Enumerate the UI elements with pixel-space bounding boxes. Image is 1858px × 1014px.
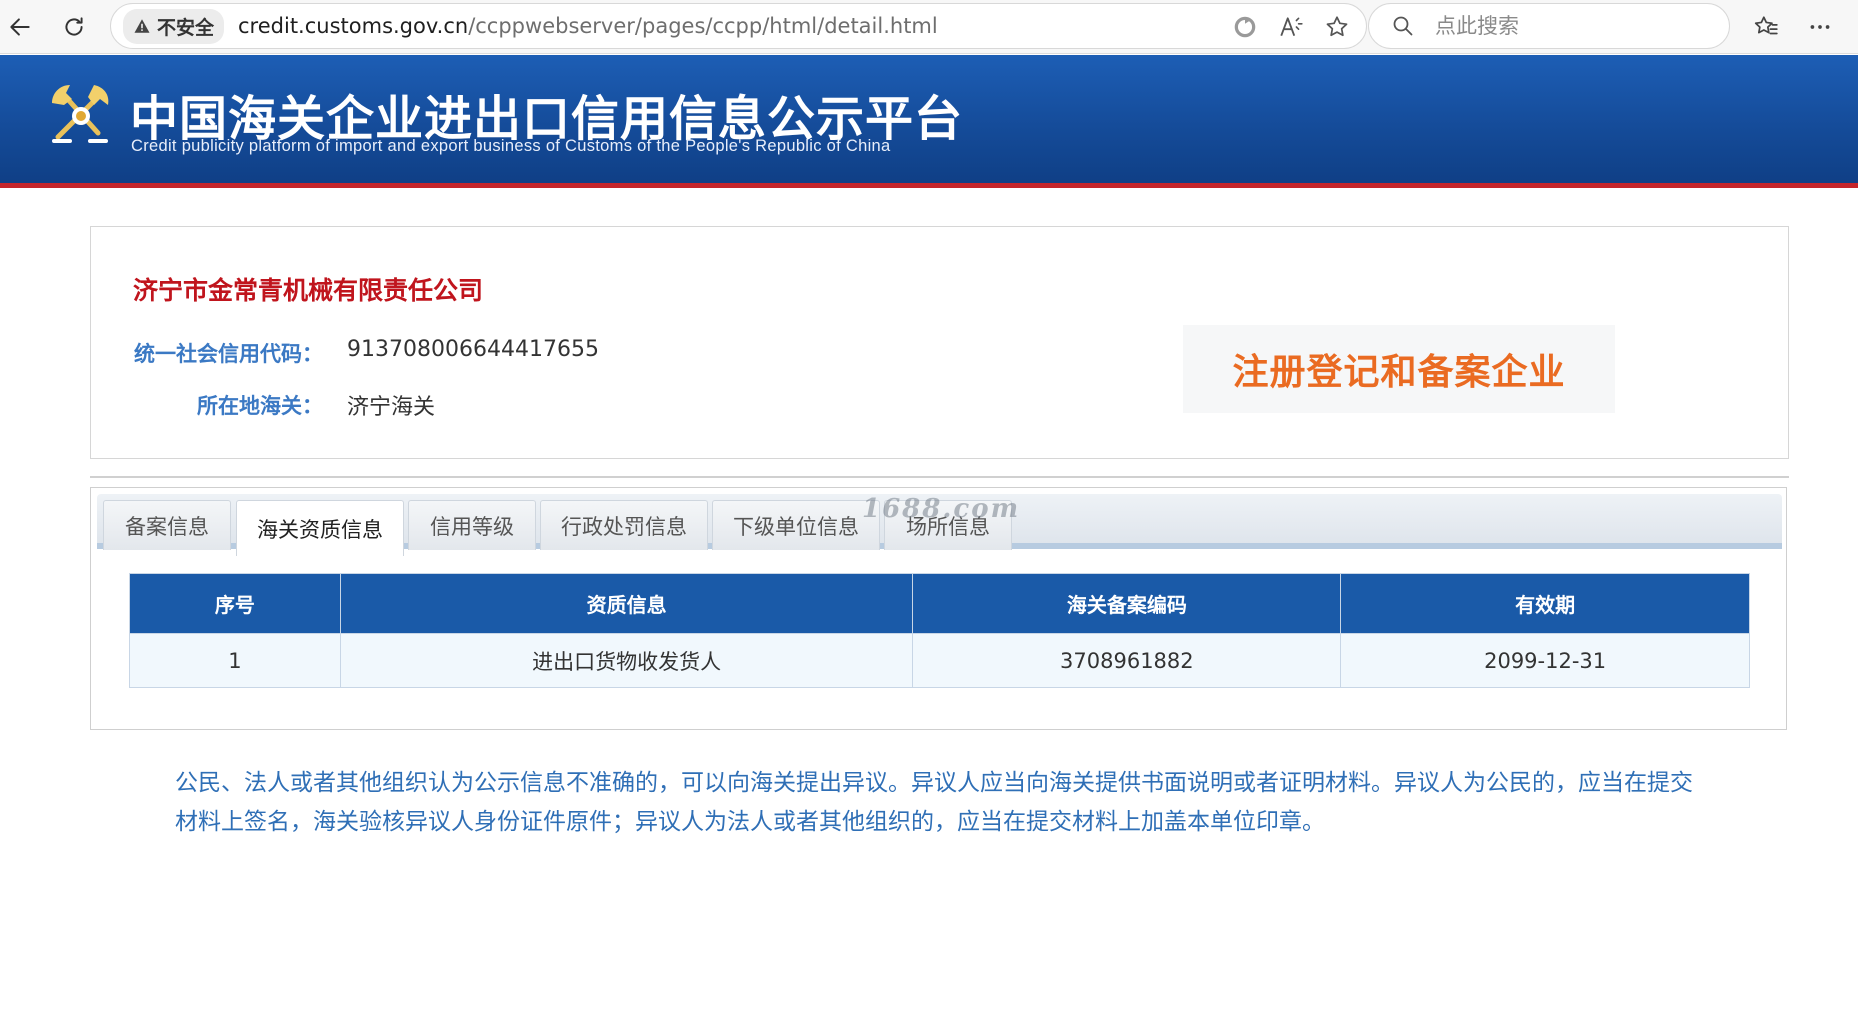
star-icon — [1326, 16, 1348, 37]
customs-label: 所在地海关： — [197, 394, 323, 418]
refresh-circle-icon — [1234, 16, 1256, 38]
site-header: 中国海关企业进出口信用信息公示平台 Credit publicity platf… — [0, 55, 1858, 183]
registration-status-stamp: 注册登记和备案企业 — [1183, 325, 1615, 413]
read-aloud-button[interactable] — [1276, 12, 1306, 42]
more-menu-button[interactable] — [1802, 9, 1838, 45]
tab-credit-rating[interactable]: 信用等级 — [408, 500, 536, 550]
section-divider — [90, 476, 1789, 478]
insecure-label: 不安全 — [157, 16, 215, 39]
cell-index: 1 — [129, 633, 341, 688]
favorite-button[interactable] — [1322, 12, 1352, 42]
search-input[interactable] — [1435, 14, 1695, 38]
tab-subordinate-units[interactable]: 下级单位信息 — [712, 500, 880, 550]
url-text[interactable]: credit.customs.gov.cn/ccppwebserver/page… — [238, 14, 938, 38]
search-icon — [1393, 16, 1413, 36]
customs-value: 济宁海关 — [347, 395, 436, 420]
favorites-button[interactable] — [1748, 9, 1784, 45]
more-dots-icon — [1810, 25, 1830, 29]
objection-notice: 公民、法人或者其他组织认为公示信息不准确的，可以向海关提出异议。异议人应当向海关… — [175, 770, 1693, 835]
customs-emblem-icon — [52, 85, 109, 143]
warning-icon — [134, 19, 150, 33]
column-header-validity: 有效期 — [1340, 573, 1750, 634]
favorites-star-icon — [1754, 16, 1778, 35]
credit-code-value: 913708006644417655 — [347, 337, 599, 362]
table-header-row: 序号 资质信息 海关备案编码 有效期 — [129, 573, 1750, 634]
url-path: /ccppwebserver/pages/ccpp/html/detail.ht… — [468, 14, 938, 38]
column-header-index: 序号 — [129, 573, 341, 634]
site-subtitle: Credit publicity platform of import and … — [131, 137, 891, 155]
tab-filing-info[interactable]: 备案信息 — [103, 500, 231, 550]
back-button[interactable] — [2, 9, 38, 45]
company-name: 济宁市金常青机械有限责任公司 — [133, 276, 484, 305]
cell-customs-code: 3708961882 — [912, 633, 1342, 688]
refresh-button[interactable] — [56, 9, 92, 45]
registration-status-text: 注册登记和备案企业 — [1232, 352, 1566, 393]
tab-premises-info[interactable]: 场所信息 — [884, 500, 1012, 550]
back-arrow-icon — [10, 18, 30, 36]
tab-administrative-penalty[interactable]: 行政处罚信息 — [540, 500, 708, 550]
search-box[interactable] — [1368, 3, 1730, 49]
refresh-icon — [65, 17, 83, 36]
company-info-card: 济宁市金常青机械有限责任公司 统一社会信用代码： 913708006644417… — [90, 226, 1789, 459]
site-permissions-button[interactable] — [1230, 12, 1260, 42]
cell-qualification: 进出口货物收发货人 — [339, 633, 914, 688]
read-aloud-icon — [1280, 17, 1303, 36]
tab-customs-qualification[interactable]: 海关资质信息 — [236, 500, 404, 556]
column-header-qualification: 资质信息 — [339, 573, 914, 634]
address-bar[interactable]: 不安全 credit.customs.gov.cn/ccppwebserver/… — [110, 3, 1367, 49]
credit-code-label: 统一社会信用代码： — [134, 342, 323, 366]
header-accent-line — [0, 183, 1858, 188]
qualification-table: 序号 资质信息 海关备案编码 有效期 1 进出口货物收发货人 370896188… — [129, 573, 1750, 688]
table-row: 1 进出口货物收发货人 3708961882 2099-12-31 — [129, 633, 1750, 688]
url-host: credit.customs.gov.cn — [238, 14, 469, 38]
info-tabs-panel: 备案信息 海关资质信息 信用等级 行政处罚信息 下级单位信息 场所信息 序号 资… — [90, 487, 1787, 730]
browser-toolbar: 不安全 credit.customs.gov.cn/ccppwebserver/… — [0, 0, 1858, 54]
column-header-customs-code: 海关备案编码 — [912, 573, 1342, 634]
site-security-indicator[interactable]: 不安全 — [123, 8, 225, 44]
cell-validity: 2099-12-31 — [1340, 633, 1750, 688]
tab-bar: 备案信息 海关资质信息 信用等级 行政处罚信息 下级单位信息 场所信息 — [97, 494, 1782, 556]
